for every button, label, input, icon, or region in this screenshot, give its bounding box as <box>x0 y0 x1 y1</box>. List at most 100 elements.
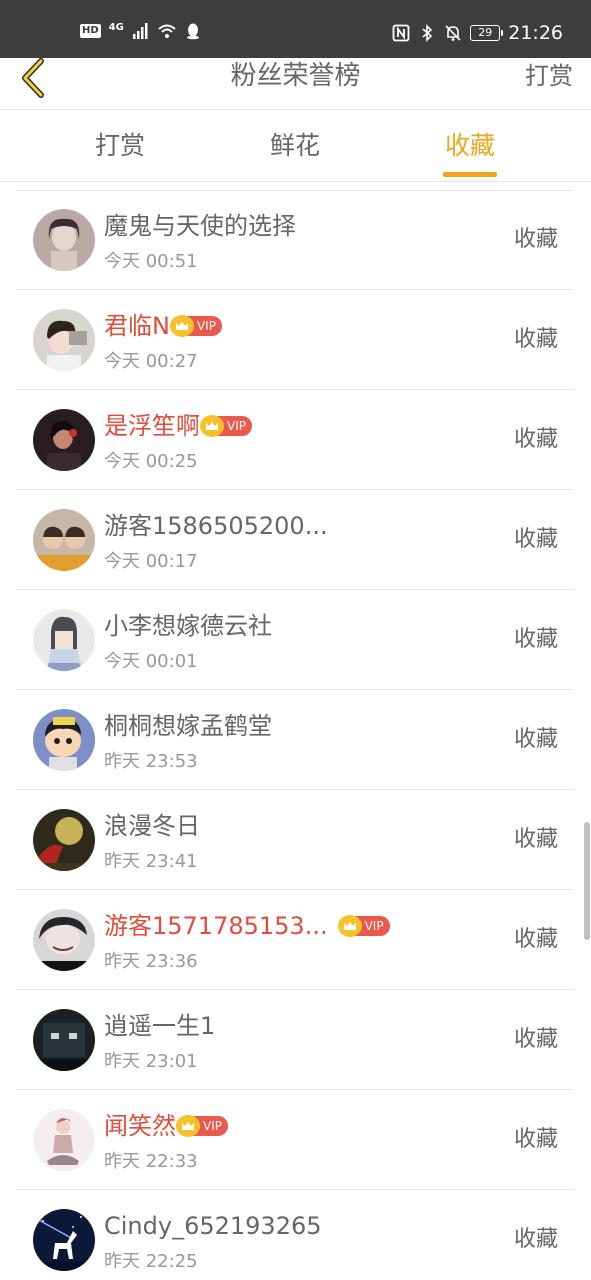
fan-action-label: 收藏 <box>513 927 558 952</box>
fan-action-label: 收藏 <box>513 427 558 452</box>
tab-flowers[interactable]: 鲜花 <box>235 110 355 182</box>
avatar[interactable] <box>33 1009 95 1071</box>
fan-action-label: 收藏 <box>513 527 558 552</box>
avatar[interactable] <box>33 609 95 671</box>
hd-badge: HD <box>80 24 101 38</box>
name-line: 逍遥一生1 <box>104 1010 215 1042</box>
list-item[interactable]: 小李想嫁德云社 今天 00:01 收藏 <box>16 590 574 690</box>
avatar[interactable] <box>33 509 95 571</box>
name-line: 桐桐想嫁孟鹤堂 <box>104 710 272 742</box>
status-right: 29 21:26 <box>392 22 563 44</box>
status-bar: HD 4G 29 21:26 <box>0 0 591 58</box>
reward-header-button[interactable]: 打赏 <box>525 58 573 94</box>
list-item[interactable]: 逍遥一生1 昨天 23:01 收藏 <box>16 990 574 1090</box>
tab-reward[interactable]: 打赏 <box>60 110 180 182</box>
crown-icon <box>200 415 224 437</box>
fan-name: 游客1586505200... <box>104 512 328 540</box>
fan-time: 昨天 23:41 <box>104 851 198 872</box>
avatar[interactable] <box>33 1209 95 1271</box>
fan-name: 魔鬼与天使的选择 <box>104 212 296 240</box>
fan-time: 今天 00:01 <box>104 651 198 672</box>
tab-bar: 打赏 鲜花 收藏 <box>0 110 591 182</box>
vip-badge: VIP <box>337 915 390 937</box>
fan-name: 是浮笙啊 <box>104 412 200 440</box>
list-item[interactable]: 桐桐想嫁孟鹤堂 昨天 23:53 收藏 <box>16 690 574 790</box>
fan-time: 今天 00:27 <box>104 351 198 372</box>
name-line: 游客1586505200... <box>104 510 328 542</box>
vip-label: VIP <box>364 919 384 933</box>
list-item[interactable]: 君临N VIP 今天 00:27 收藏 <box>16 290 574 390</box>
page-title: 粉丝荣誉榜 <box>230 61 361 91</box>
fan-name: 桐桐想嫁孟鹤堂 <box>104 712 272 740</box>
list-item[interactable]: Cindy_652193265 昨天 22:25 收藏 <box>16 1190 574 1280</box>
fan-name: 逍遥一生1 <box>104 1012 216 1040</box>
nfc-icon <box>392 24 410 42</box>
scrollbar[interactable] <box>584 822 590 940</box>
fan-action-label: 收藏 <box>513 827 558 852</box>
fan-name: 闻笑然 <box>104 1112 176 1140</box>
mute-bell-icon <box>445 25 461 41</box>
avatar[interactable] <box>33 1109 95 1171</box>
name-line: 君临N VIP <box>104 310 222 342</box>
vip-badge: VIP <box>176 1115 228 1137</box>
crown-icon <box>337 915 362 937</box>
name-line: 浪漫冬日 <box>104 810 200 842</box>
vip-label: VIP <box>196 319 216 333</box>
fan-action-label: 收藏 <box>513 1027 558 1052</box>
wifi-icon <box>158 24 176 38</box>
fan-action-label: 收藏 <box>513 627 558 652</box>
active-tab-indicator <box>443 172 497 177</box>
fan-honor-page: HD 4G 29 21:26 粉丝荣誉榜 打赏 打赏 鲜花 收藏 魔鬼与天使的选… <box>0 0 591 1280</box>
list-item[interactable]: 魔鬼与天使的选择 今天 00:51 收藏 <box>16 190 574 290</box>
name-line: 闻笑然 VIP <box>104 1110 228 1142</box>
top-header: 粉丝荣誉榜 打赏 <box>0 58 591 110</box>
fan-name: 君临N <box>104 312 170 340</box>
vip-badge: VIP <box>200 415 252 437</box>
vip-label: VIP <box>203 1119 222 1133</box>
list-item[interactable]: 浪漫冬日 昨天 23:41 收藏 <box>16 790 574 890</box>
avatar[interactable] <box>33 209 95 271</box>
list-item[interactable]: 闻笑然 VIP 昨天 22:33 收藏 <box>16 1090 574 1190</box>
name-line: 魔鬼与天使的选择 <box>104 210 296 242</box>
fan-time: 昨天 23:36 <box>104 951 198 972</box>
avatar[interactable] <box>33 409 95 471</box>
fan-time: 今天 00:51 <box>104 251 198 272</box>
signal-icon <box>132 23 148 39</box>
name-line: 是浮笙啊 VIP <box>104 410 252 442</box>
name-line: 小李想嫁德云社 <box>104 610 272 642</box>
network-label: 4G <box>108 22 124 33</box>
fan-action-label: 收藏 <box>513 327 558 352</box>
fan-time: 昨天 22:33 <box>104 1151 198 1172</box>
list-item[interactable]: 游客1571785153... VIP 昨天 23:36 收藏 <box>16 890 574 990</box>
avatar[interactable] <box>33 309 95 371</box>
name-line: 游客1571785153... VIP <box>104 910 390 942</box>
fan-list: 魔鬼与天使的选择 今天 00:51 收藏 君临N VIP 今天 00:27 收藏 <box>0 182 591 1280</box>
fan-action-label: 收藏 <box>513 1227 558 1252</box>
fan-action-label: 收藏 <box>513 1127 558 1152</box>
crown-icon <box>176 1115 200 1137</box>
fan-time: 今天 00:17 <box>104 551 198 572</box>
status-clock: 21:26 <box>508 22 563 44</box>
fan-action-label: 收藏 <box>513 727 558 752</box>
battery-indicator: 29 <box>470 25 504 41</box>
list-item[interactable]: 游客1586505200... 今天 00:17 收藏 <box>16 490 574 590</box>
vip-label: VIP <box>227 419 246 433</box>
fan-name: 游客1571785153... <box>104 912 328 940</box>
bluetooth-icon <box>422 24 433 42</box>
fan-name: Cindy_652193265 <box>104 1212 322 1240</box>
fan-time: 昨天 23:01 <box>104 1051 198 1072</box>
fan-action-label: 收藏 <box>513 227 558 252</box>
fan-time: 昨天 22:25 <box>104 1251 198 1272</box>
list-item[interactable]: 是浮笙啊 VIP 今天 00:25 收藏 <box>16 390 574 490</box>
avatar[interactable] <box>33 809 95 871</box>
back-button[interactable] <box>14 58 54 98</box>
avatar[interactable] <box>33 709 95 771</box>
status-left: HD 4G <box>80 22 202 40</box>
vip-badge: VIP <box>169 315 222 337</box>
qq-icon <box>186 23 199 40</box>
name-line: Cindy_652193265 <box>104 1210 322 1242</box>
fan-name: 小李想嫁德云社 <box>104 612 272 640</box>
crown-icon <box>169 315 194 337</box>
avatar[interactable] <box>33 909 95 971</box>
fan-time: 今天 00:25 <box>104 451 198 472</box>
